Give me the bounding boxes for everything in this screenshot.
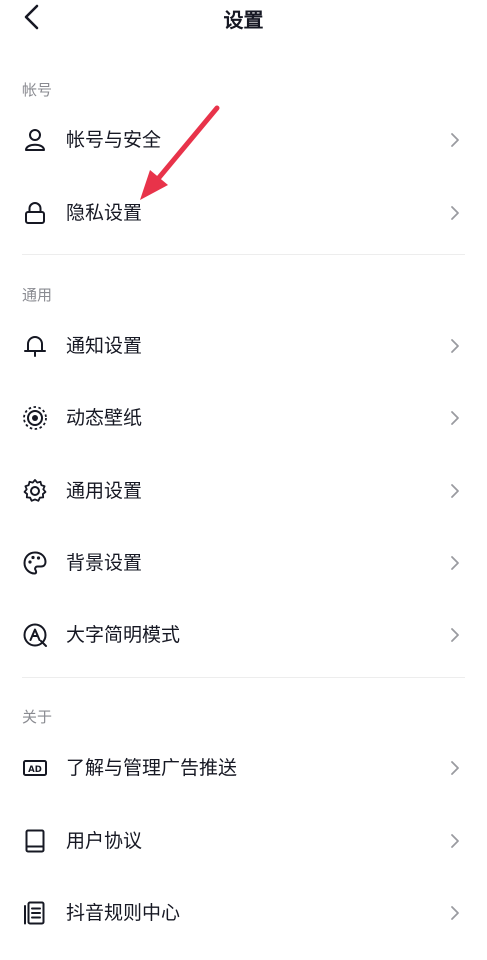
section-label-account: 帐号 — [22, 81, 53, 99]
settings-item-background[interactable]: 背景设置 — [0, 535, 487, 591]
page-title: 设置 — [223, 8, 264, 32]
large-text-icon — [23, 623, 47, 647]
settings-item-large-text-mode[interactable]: 大字简明模式 — [0, 607, 487, 663]
chevron-right-icon — [451, 556, 459, 570]
settings-item-label: 背景设置 — [66, 552, 143, 574]
settings-item-label: 通用设置 — [66, 480, 143, 502]
section-divider — [22, 677, 465, 678]
book-icon — [25, 829, 45, 853]
settings-item-label: 抖音规则中心 — [66, 902, 181, 924]
settings-item-live-wallpaper[interactable]: 动态壁纸 — [0, 390, 487, 446]
chevron-right-icon — [451, 133, 459, 147]
top-bar: 设置 — [0, 0, 487, 40]
settings-item-account-security[interactable]: 帐号与安全 — [0, 112, 487, 168]
settings-item-label: 帐号与安全 — [66, 129, 162, 151]
settings-item-privacy[interactable]: 隐私设置 — [0, 185, 487, 241]
chevron-right-icon — [451, 339, 459, 353]
svg-text:AD: AD — [28, 765, 42, 775]
lock-icon — [25, 202, 45, 224]
chevron-right-icon — [451, 834, 459, 848]
settings-item-label: 大字简明模式 — [66, 624, 181, 646]
settings-item-label: 隐私设置 — [66, 202, 143, 224]
bell-icon — [24, 336, 46, 357]
chevron-right-icon — [451, 411, 459, 425]
section-label-general: 通用 — [22, 286, 53, 304]
chevron-right-icon — [451, 484, 459, 498]
ad-icon: AD — [23, 760, 47, 776]
settings-item-notifications[interactable]: 通知设置 — [0, 318, 487, 374]
palette-icon — [23, 551, 47, 575]
section-label-about: 关于 — [22, 708, 53, 726]
chevron-right-icon — [451, 906, 459, 920]
settings-item-rules-center[interactable]: 抖音规则中心 — [0, 885, 487, 941]
settings-item-general-settings[interactable]: 通用设置 — [0, 463, 487, 519]
settings-item-user-agreement[interactable]: 用户协议 — [0, 813, 487, 869]
settings-item-label: 用户协议 — [66, 830, 143, 852]
document-icon — [24, 901, 45, 925]
chevron-right-icon — [451, 628, 459, 642]
settings-item-label: 动态壁纸 — [66, 407, 143, 429]
wallpaper-icon — [23, 406, 47, 430]
user-icon — [25, 129, 45, 151]
settings-item-ad-management[interactable]: AD 了解与管理广告推送 — [0, 740, 487, 796]
chevron-right-icon — [451, 206, 459, 220]
section-divider — [22, 254, 465, 255]
chevron-right-icon — [451, 761, 459, 775]
gear-icon — [23, 479, 47, 502]
settings-item-label: 了解与管理广告推送 — [66, 757, 238, 779]
settings-item-label: 通知设置 — [66, 335, 143, 357]
